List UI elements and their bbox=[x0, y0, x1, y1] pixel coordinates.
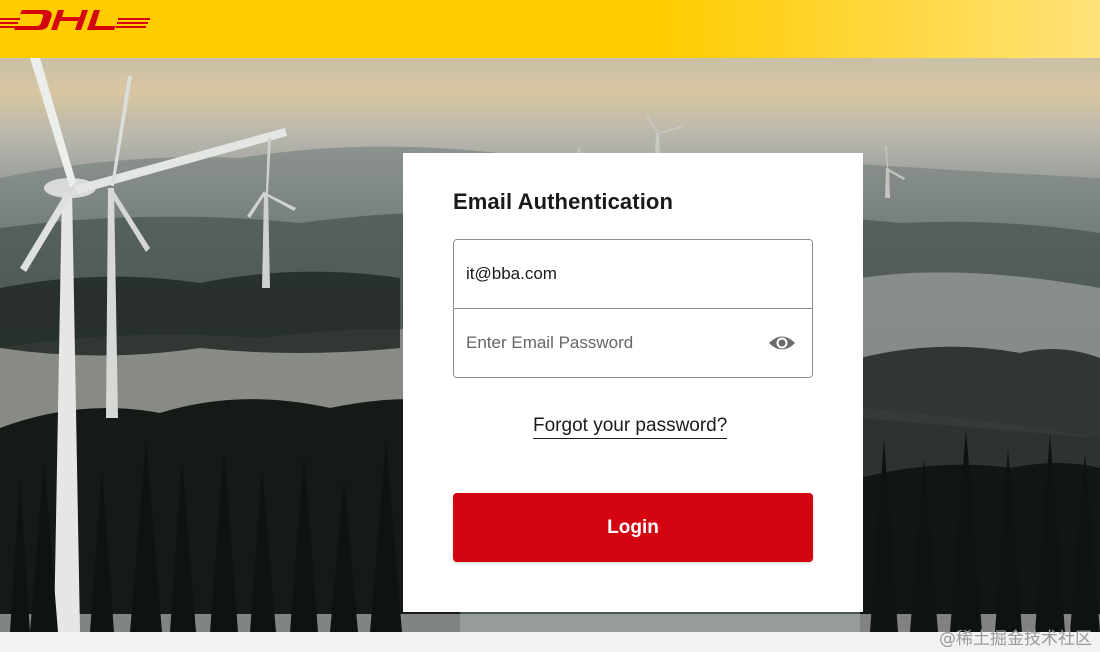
forgot-password-link[interactable]: Forgot your password? bbox=[533, 415, 728, 439]
password-field[interactable] bbox=[454, 309, 812, 377]
auth-card: Email Authentication Forgot your passwor… bbox=[403, 153, 863, 612]
watermark-text: @稀土掘金技术社区 bbox=[939, 629, 1092, 649]
dhl-logo[interactable] bbox=[0, 4, 150, 32]
header-bar bbox=[0, 0, 1100, 58]
eye-icon[interactable] bbox=[768, 332, 796, 354]
credentials-field-group bbox=[453, 239, 813, 378]
card-title: Email Authentication bbox=[453, 189, 673, 214]
footer-strip bbox=[0, 632, 1100, 652]
login-button[interactable]: Login bbox=[453, 493, 813, 562]
login-page: Email Authentication Forgot your passwor… bbox=[0, 0, 1100, 652]
email-field[interactable] bbox=[454, 240, 812, 308]
